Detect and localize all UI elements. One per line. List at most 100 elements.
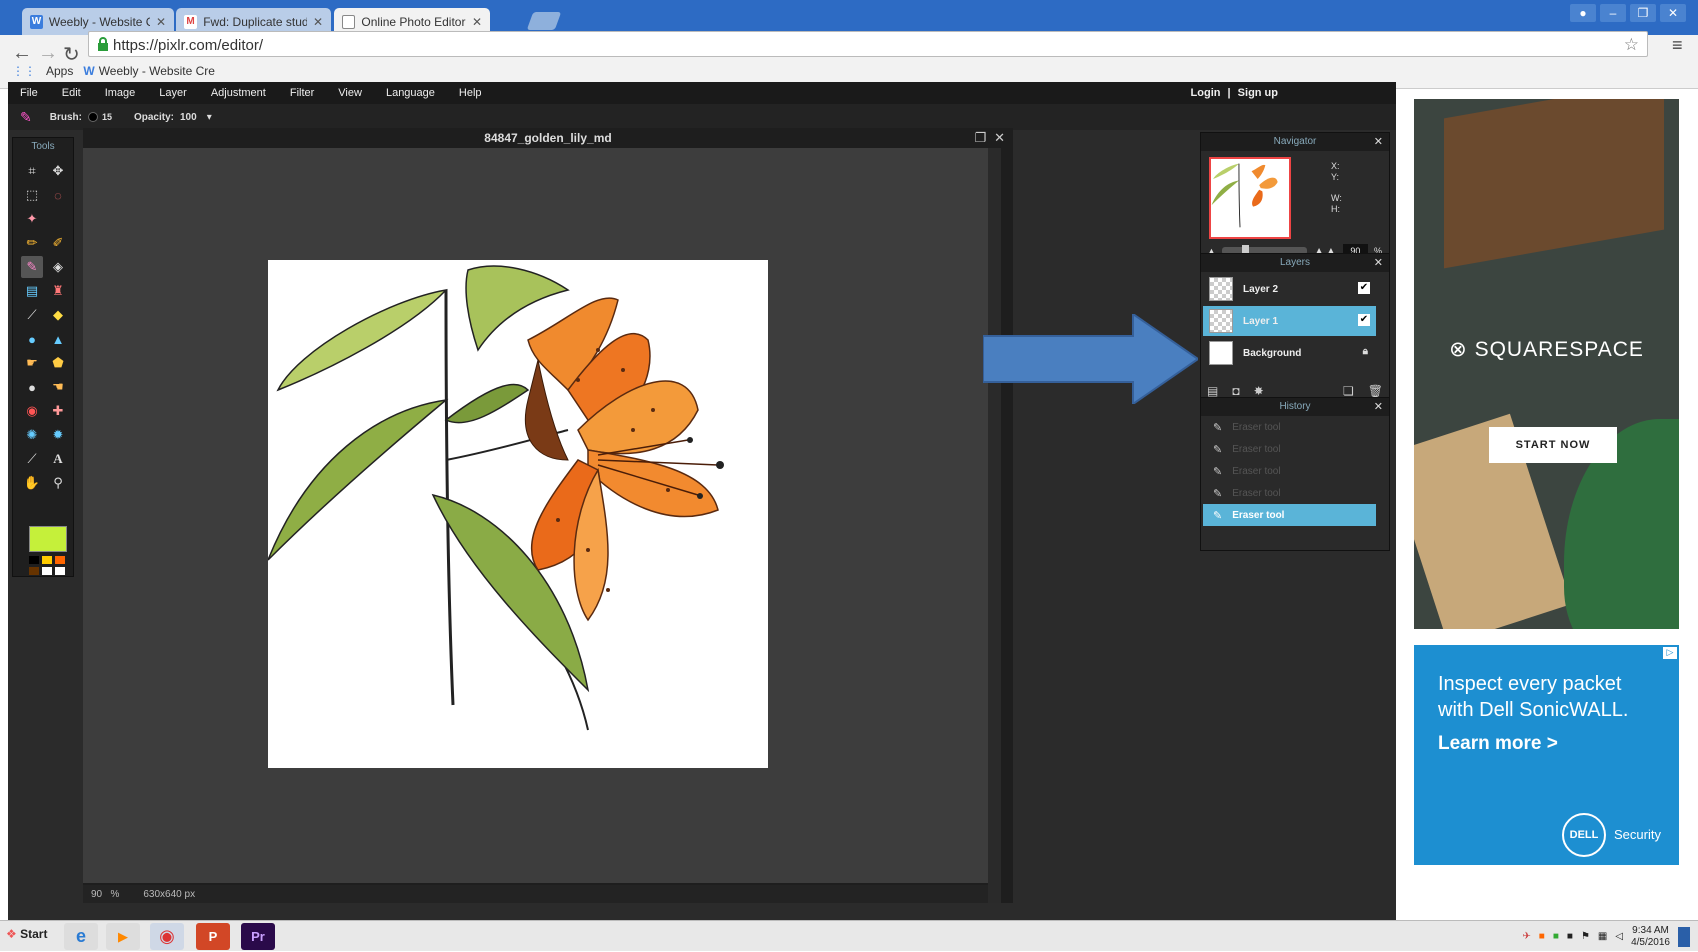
swatch[interactable] — [55, 567, 65, 575]
close-icon[interactable]: ✕ — [472, 15, 482, 29]
network-icon[interactable]: ▦ — [1598, 931, 1607, 942]
squarespace-ad[interactable]: ⊗ SQUARESPACE START NOW — [1414, 99, 1679, 629]
close-icon[interactable]: ✕ — [1374, 400, 1383, 413]
layer-styles-icon[interactable]: ✸ — [1254, 384, 1264, 398]
menu-filter[interactable]: Filter — [278, 87, 326, 99]
history-item[interactable]: ✎ Eraser tool — [1203, 416, 1376, 438]
blur-icon[interactable]: ● — [21, 328, 43, 350]
bookmark-apps[interactable]: Apps — [46, 64, 73, 78]
close-icon[interactable]: ✕ — [1374, 256, 1383, 269]
picker-icon[interactable]: ⟋ — [21, 304, 43, 326]
lasso-icon[interactable]: ◌ — [47, 184, 69, 206]
gradient-icon[interactable]: ▤ — [21, 280, 43, 302]
opacity-value[interactable]: 100 — [180, 112, 197, 123]
close-icon[interactable]: ✕ — [1374, 135, 1383, 148]
redeye-icon[interactable]: ◉ — [21, 400, 43, 422]
swatch[interactable] — [42, 556, 52, 564]
chevron-down-icon[interactable]: ▾ — [207, 112, 212, 123]
sponge-icon[interactable]: ⬟ — [47, 352, 69, 374]
history-item[interactable]: ✎ Eraser tool — [1203, 482, 1376, 504]
stamp-icon[interactable]: ♜ — [47, 280, 69, 302]
adchoices-icon[interactable]: ▷ — [1663, 647, 1677, 659]
colorpicker-icon[interactable]: ⟋ — [21, 448, 43, 470]
tray-icon[interactable]: ■ — [1553, 931, 1559, 942]
clock[interactable]: 9:34 AM 4/5/2016 — [1631, 925, 1670, 949]
history-item-selected[interactable]: ✎ Eraser tool — [1203, 504, 1376, 526]
sharpen-icon[interactable]: ▲ — [47, 328, 69, 350]
menu-layer[interactable]: Layer — [147, 87, 199, 99]
minimize-button[interactable]: – — [1600, 4, 1626, 22]
swatch[interactable] — [29, 567, 39, 575]
bookmark-weebly[interactable]: W Weebly - Website Cre — [83, 64, 215, 78]
start-now-button[interactable]: START NOW — [1489, 427, 1617, 463]
user-icon[interactable]: ● — [1570, 4, 1596, 22]
move-icon[interactable]: ✥ — [47, 160, 69, 182]
swatch[interactable] — [29, 556, 39, 564]
wand-icon[interactable]: ✦ — [21, 208, 43, 230]
dell-ad[interactable]: ▷ Inspect every packet with Dell SonicWA… — [1414, 645, 1679, 865]
dodge-icon[interactable]: ☚ — [47, 376, 69, 398]
hand-icon[interactable]: ✋ — [21, 472, 43, 494]
drawing-icon[interactable]: ◆ — [47, 304, 69, 326]
menu-adjustment[interactable]: Adjustment — [199, 87, 278, 99]
menu-icon[interactable]: ≡ — [1672, 35, 1683, 56]
zoom-readout[interactable]: 90 % — [91, 889, 119, 900]
brush-icon[interactable]: ✐ — [47, 232, 69, 254]
eraser-icon[interactable]: ✎ — [21, 256, 43, 278]
menu-edit[interactable]: Edit — [50, 87, 93, 99]
spot-heal-icon[interactable]: ✚ — [47, 400, 69, 422]
address-bar[interactable]: https://pixlr.com/editor/ ☆ — [88, 31, 1648, 57]
pinch-icon[interactable]: ✹ — [47, 424, 69, 446]
apps-icon[interactable]: ⋮⋮ — [12, 64, 36, 78]
menu-help[interactable]: Help — [447, 87, 494, 99]
volume-icon[interactable]: ◁ — [1615, 931, 1623, 942]
close-icon[interactable]: ✕ — [313, 15, 323, 29]
signup-link[interactable]: Sign up — [1238, 87, 1278, 99]
star-icon[interactable]: ☆ — [1624, 35, 1639, 55]
lily-image[interactable] — [267, 260, 768, 768]
swatch[interactable] — [55, 556, 65, 564]
zoom-icon[interactable]: ⚲ — [47, 472, 69, 494]
chrome-icon[interactable]: ◉ — [150, 923, 184, 950]
history-item[interactable]: ✎ Eraser tool — [1203, 438, 1376, 460]
flag-icon[interactable]: ⚑ — [1581, 931, 1590, 942]
premiere-icon[interactable]: Pr — [241, 923, 275, 950]
layer-settings-icon[interactable]: ▤ — [1207, 384, 1218, 398]
history-item[interactable]: ✎ Eraser tool — [1203, 460, 1376, 482]
canvas-area[interactable] — [83, 148, 988, 883]
bloat-icon[interactable]: ✺ — [21, 424, 43, 446]
ie-icon[interactable]: e — [64, 923, 98, 950]
crop-icon[interactable]: ⌗ — [21, 160, 43, 182]
restore-button[interactable]: ❐ — [1630, 4, 1656, 22]
new-tab-button[interactable] — [526, 12, 562, 30]
trash-icon[interactable]: 🗑︎ — [1368, 384, 1383, 398]
layer-row-layer-2[interactable]: Layer 2 ✔ — [1203, 274, 1376, 304]
menu-image[interactable]: Image — [93, 87, 148, 99]
visibility-checkbox[interactable]: ✔ — [1358, 282, 1370, 294]
burn-icon[interactable]: ● — [21, 376, 43, 398]
new-layer-icon[interactable]: ❏ — [1343, 384, 1354, 398]
close-icon[interactable]: ✕ — [156, 15, 166, 29]
foreground-color-swatch[interactable] — [29, 526, 67, 552]
marquee-icon[interactable]: ⬚ — [21, 184, 43, 206]
start-button[interactable]: ❖ Start — [6, 927, 47, 941]
layer-row-layer-1[interactable]: Layer 1 ✔ — [1203, 306, 1376, 336]
layer-mask-icon[interactable]: ◘ — [1232, 384, 1239, 398]
visibility-checkbox[interactable]: ✔ — [1358, 314, 1370, 326]
learn-more-link[interactable]: Learn more > — [1438, 733, 1558, 755]
close-window-button[interactable]: ✕ — [1660, 4, 1686, 22]
media-player-icon[interactable]: ▶ — [106, 923, 140, 950]
powerpoint-icon[interactable]: P — [196, 923, 230, 950]
swatch[interactable] — [42, 567, 52, 575]
navigator-thumbnail[interactable] — [1209, 157, 1291, 239]
layer-row-background[interactable]: Background 🔒︎ — [1203, 338, 1376, 368]
menu-file[interactable]: File — [8, 87, 50, 99]
tray-icon[interactable]: ✈ — [1522, 931, 1530, 942]
tray-icon[interactable]: ■ — [1567, 931, 1573, 942]
bucket-icon[interactable]: ◈ — [47, 256, 69, 278]
maximize-icon[interactable]: ❐ — [974, 130, 986, 146]
pencil-icon[interactable]: ✏ — [21, 232, 43, 254]
brush-preview[interactable]: 15 — [87, 112, 112, 122]
vertical-scrollbar[interactable] — [988, 148, 1001, 903]
show-desktop-button[interactable] — [1678, 926, 1690, 947]
